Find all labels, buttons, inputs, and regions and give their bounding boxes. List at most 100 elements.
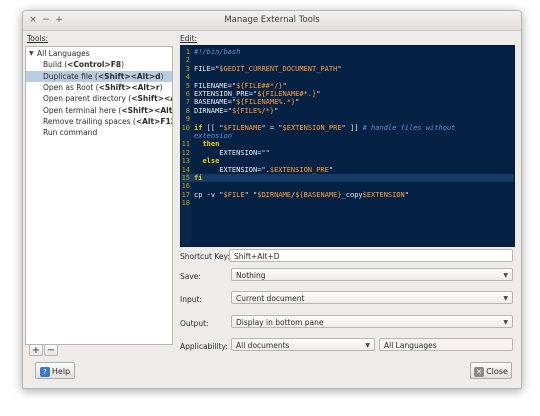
tools-label: Tools: <box>27 34 48 43</box>
code-text: DIRNAME="${FILE%/*}" <box>194 106 279 115</box>
window-title: Manage External Tools <box>224 15 320 25</box>
help-button[interactable]: ? Help <box>35 362 75 379</box>
line-number: 7 <box>185 98 190 107</box>
output-select-value: Display in bottom pane <box>236 318 324 327</box>
tool-name: Run command <box>43 128 98 138</box>
edit-label: Edit: <box>180 34 197 43</box>
applicability-select[interactable]: All documents ▼ <box>231 338 375 351</box>
code-line: 13 else <box>181 157 514 165</box>
line-number: 2 <box>185 56 190 65</box>
code-text: EXTENSION_PRE="${FILENAME#*.}" <box>194 90 321 98</box>
line-number: 11 <box>181 140 190 149</box>
output-label: Output: <box>180 319 209 328</box>
tree-item-label: Open parent directory (<Shift><Alt> <box>43 93 172 104</box>
code-text: extension <box>194 132 232 140</box>
tool-shortcut: <Shift><Alt>t <box>121 105 173 115</box>
languages-field[interactable]: All Languages <box>379 338 513 351</box>
code-line: 14 EXTENSION=".$EXTENSION_PRE" <box>181 166 514 174</box>
help-button-label: Help <box>51 367 71 376</box>
input-label: Input: <box>180 295 202 304</box>
code-text: FILE="$GEDIT_CURRENT_DOCUMENT_PATH" <box>194 64 342 73</box>
code-line: 4 <box>181 73 514 81</box>
line-number: 4 <box>185 73 190 82</box>
line-number: 10 <box>181 123 190 132</box>
code-line: 11 then <box>181 140 514 148</box>
code-text: FILENAME="${FILE##*/}" <box>194 81 287 90</box>
tool-name: Open as Root <box>43 82 94 92</box>
line-number: 14 <box>181 165 190 174</box>
code-line: 12 EXTENSION="" <box>181 149 514 157</box>
tree-item-label: Run command <box>43 127 97 138</box>
code-line: 18 <box>181 199 514 207</box>
tool-name: Duplicate file <box>43 71 93 81</box>
code-text: EXTENSION="" <box>194 148 270 157</box>
chevron-down-icon: ▼ <box>503 272 508 279</box>
code-editor[interactable]: 1 #!/bin/bash 2 3 FILE="$GEDIT_CURRENT_DOCUM… <box>180 45 515 247</box>
paren: ) <box>160 71 164 81</box>
code-line: 5 FILENAME="${FILE##*/}" <box>181 82 514 90</box>
tool-name: Open parent directory <box>43 94 126 104</box>
tool-name: Remove trailing spaces <box>43 116 131 126</box>
line-number: 18 <box>181 199 190 208</box>
code-line: 3 FILE="$GEDIT_CURRENT_DOCUMENT_PATH" <box>181 65 514 73</box>
tree-item-label: Open terminal here (<Shift><Alt>t) <box>43 105 173 116</box>
help-icon: ? <box>39 366 50 377</box>
shortcut-key-field[interactable]: Shift+Alt+D <box>229 249 513 262</box>
code-line: 6 EXTENSION_PRE="${FILENAME#*.}" <box>181 90 514 98</box>
close-icon: ✕ <box>474 366 485 377</box>
tool-shortcut: <Control>F8 <box>67 60 122 70</box>
add-tool-button[interactable]: + <box>29 344 43 356</box>
shortcut-key-label: Shortcut Key: <box>180 252 230 261</box>
code-text: then <box>202 140 220 149</box>
line-number: 5 <box>185 81 190 90</box>
line-number: 1 <box>185 48 190 56</box>
code-line: extension <box>181 132 514 140</box>
applicability-label: Applicability: <box>180 342 228 351</box>
code-text: cp -v "$FILE" "$DIRNAME/${BASENAME}_copy… <box>194 190 409 199</box>
line-number: 9 <box>185 115 190 124</box>
tree-item[interactable]: Run command <box>26 127 172 138</box>
paren: ) <box>121 60 124 70</box>
tree-root-all-languages[interactable]: ▼ All Languages <box>26 48 172 59</box>
code-line: 8 DIRNAME="${FILE%/*}" <box>181 107 514 115</box>
tool-shortcut: <Alt>F12 <box>135 116 173 126</box>
tree-item-label: Remove trailing spaces (<Alt>F12) <box>43 116 173 127</box>
input-select-value: Current document <box>236 294 305 303</box>
code-line: 10 if [[ "$FILENAME" = "$EXTENSION_PRE" ]… <box>181 124 514 132</box>
code-line: 16 <box>181 182 514 190</box>
code-text: fi <box>194 174 203 182</box>
tool-name: Open terminal here <box>43 105 117 115</box>
code-line: 7 BASENAME="${FILENAME%.*}" <box>181 98 514 106</box>
code-text: BASENAME="${FILENAME%.*}" <box>194 98 300 107</box>
line-number: 15 <box>181 174 190 182</box>
code-text: EXTENSION=".$EXTENSION_PRE" <box>194 165 334 174</box>
save-select[interactable]: Nothing ▼ <box>231 268 513 281</box>
tree-item[interactable]: Open terminal here (<Shift><Alt>t) <box>26 105 172 116</box>
close-button[interactable]: ✕ Close <box>470 362 512 379</box>
tree-item[interactable]: Remove trailing spaces (<Alt>F12) <box>26 116 172 127</box>
tree-item-label: Duplicate file (<Shift><Alt>d) <box>43 71 163 82</box>
tool-name: Build <box>43 60 62 70</box>
tools-tree[interactable]: ▼ All Languages Build (<Control>F8) Duplica… <box>25 46 173 345</box>
code-line: 15 fi <box>181 174 514 182</box>
line-number: 6 <box>185 90 190 98</box>
close-button-label: Close <box>486 367 508 376</box>
output-select[interactable]: Display in bottom pane ▼ <box>231 315 513 328</box>
line-number: 17 <box>181 190 190 199</box>
chevron-down-icon: ▼ <box>503 319 508 326</box>
line-number: 16 <box>181 182 190 191</box>
tree-item[interactable]: Open as Root (<Shift><Alt>r) <box>26 82 172 93</box>
remove-tool-button[interactable]: − <box>44 344 58 356</box>
line-number: 12 <box>181 148 190 157</box>
tree-item[interactable]: Open parent directory (<Shift><Alt> <box>26 93 172 104</box>
tools-label-text: Tools: <box>27 34 49 43</box>
expander-icon[interactable]: ▼ <box>29 48 34 59</box>
code-text: else <box>202 157 220 166</box>
code-text: #!/bin/bash <box>194 48 241 56</box>
tree-item-label: Open as Root (<Shift><Alt>r) <box>43 82 163 93</box>
tree-item[interactable]: Build (<Control>F8) <box>26 59 172 70</box>
tree-item[interactable]: Duplicate file (<Shift><Alt>d) <box>26 70 172 82</box>
input-select[interactable]: Current document ▼ <box>231 291 513 304</box>
line-number: 8 <box>185 106 190 115</box>
tool-shortcut: <Shift><Alt>d <box>97 71 161 81</box>
